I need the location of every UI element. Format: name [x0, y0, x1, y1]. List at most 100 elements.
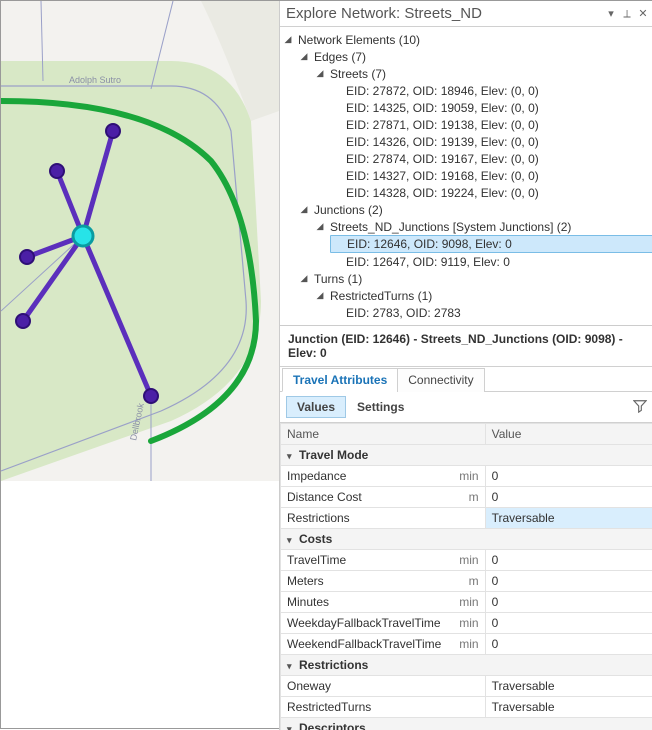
attr-unit: m	[469, 574, 479, 588]
tree-edges[interactable]: ◢Edges (7) ◢Streets (7) ·EID: 27872, OID…	[298, 48, 652, 201]
attr-unit: m	[469, 490, 479, 504]
chevron-down-icon[interactable]: ◢	[314, 290, 326, 302]
junction-node[interactable]	[16, 314, 30, 328]
tree-leaf[interactable]: ·EID: 27874, OID: 19167, Elev: (0, 0)	[330, 150, 652, 167]
subtab-settings[interactable]: Settings	[346, 396, 415, 418]
tree-junctions[interactable]: ◢Junctions (2) ◢Streets_ND_Junctions [Sy…	[298, 201, 652, 270]
tree-label: EID: 14326, OID: 19139, Elev: (0, 0)	[344, 135, 541, 149]
network-elements-tree[interactable]: ◢Network Elements (10) ◢Edges (7) ◢Stree…	[280, 27, 652, 326]
tree-label: Streets_ND_Junctions [System Junctions] …	[328, 220, 573, 234]
table-row[interactable]: Meters m0	[281, 571, 652, 592]
attr-value: 0	[485, 634, 652, 655]
attr-unit: min	[459, 469, 478, 483]
tree-label: EID: 27871, OID: 19138, Elev: (0, 0)	[344, 118, 541, 132]
section-descriptors[interactable]: ▾Descriptors	[281, 718, 652, 730]
chevron-down-icon[interactable]: ◢	[298, 204, 310, 216]
park-shape	[1, 61, 261, 481]
attr-unit: min	[459, 595, 478, 609]
tree-leaf[interactable]: ·EID: 12647, OID: 9119, Elev: 0	[330, 253, 652, 270]
tree-label: Edges (7)	[312, 50, 368, 64]
attr-name: TravelTime	[287, 553, 346, 567]
chevron-down-icon[interactable]: ◢	[298, 51, 310, 63]
attr-name: RestrictedTurns	[287, 700, 371, 714]
table-row[interactable]: WeekdayFallbackTravelTime min 0	[281, 613, 652, 634]
attr-value: Traversable	[485, 676, 652, 697]
attr-value: 0	[485, 592, 652, 613]
tree-restricted-turns[interactable]: ◢RestrictedTurns (1) ·EID: 2783, OID: 27…	[314, 287, 652, 321]
attributes-grid-wrap[interactable]: Name Value ▾Travel Mode Impedance min 0 Di…	[280, 423, 652, 730]
table-row[interactable]: Oneway Traversable	[281, 676, 652, 697]
table-row[interactable]: WeekendFallbackTravelTime min 0	[281, 634, 652, 655]
attr-name: Restrictions	[287, 511, 350, 525]
close-icon[interactable]: ✕	[637, 8, 649, 20]
tab-connectivity[interactable]: Connectivity	[397, 368, 484, 392]
filter-icon[interactable]	[633, 399, 647, 416]
street-label: Adolph Sutro	[69, 75, 121, 85]
junction-node[interactable]	[144, 389, 158, 403]
attr-value: 0	[485, 571, 652, 592]
tree-label: EID: 14325, OID: 19059, Elev: (0, 0)	[344, 101, 541, 115]
junction-node[interactable]	[106, 124, 120, 138]
detail-subtabs: Values Settings	[280, 392, 652, 423]
tree-leaf[interactable]: ·EID: 14326, OID: 19139, Elev: (0, 0)	[330, 133, 652, 150]
table-row[interactable]: Impedancemin0	[281, 466, 652, 487]
col-value[interactable]: Value	[485, 424, 652, 445]
table-row[interactable]: Restrictions Traversable	[281, 508, 652, 529]
attr-unit: min	[459, 637, 478, 651]
map-canvas[interactable]: Adolph Sutro Dellbrook	[1, 1, 279, 481]
attr-unit: min	[459, 616, 478, 630]
chevron-down-icon: ▾	[287, 535, 299, 546]
tree-leaf[interactable]: ·EID: 14325, OID: 19059, Elev: (0, 0)	[330, 99, 652, 116]
chevron-down-icon[interactable]: ◢	[314, 68, 326, 80]
tree-streets[interactable]: ◢Streets (7) ·EID: 27872, OID: 18946, El…	[314, 65, 652, 201]
tree-label: EID: 27872, OID: 18946, Elev: (0, 0)	[344, 84, 541, 98]
section-travel-mode[interactable]: ▾Travel Mode	[281, 445, 652, 466]
tree-root[interactable]: ◢Network Elements (10) ◢Edges (7) ◢Stree…	[282, 31, 652, 321]
tree-label: Network Elements (10)	[296, 33, 422, 47]
junction-node[interactable]	[20, 250, 34, 264]
tree-leaf-selected[interactable]: ·EID: 12646, OID: 9098, Elev: 0	[330, 235, 652, 253]
tree-leaf[interactable]: ·EID: 27871, OID: 19138, Elev: (0, 0)	[330, 116, 652, 133]
tree-leaf[interactable]: ·EID: 14327, OID: 19168, Elev: (0, 0)	[330, 167, 652, 184]
table-row[interactable]: RestrictedTurnsTraversable	[281, 697, 652, 718]
attr-unit: min	[459, 553, 478, 567]
tree-label: EID: 2783, OID: 2783	[344, 306, 463, 320]
attr-value: Traversable	[485, 508, 652, 529]
chevron-down-icon[interactable]: ◢	[314, 221, 326, 233]
attr-name: Meters	[287, 574, 324, 588]
attr-name: WeekdayFallbackTravelTime	[287, 616, 441, 630]
col-name[interactable]: Name	[281, 424, 486, 445]
tree-leaf[interactable]: ·EID: 2783, OID: 2783	[330, 304, 652, 321]
attr-name: WeekendFallbackTravelTime	[287, 637, 441, 651]
tab-travel-attributes[interactable]: Travel Attributes	[282, 368, 398, 392]
tree-label: Junctions (2)	[312, 203, 385, 217]
section-label: Restrictions	[299, 658, 368, 672]
attr-value: 0	[485, 550, 652, 571]
table-row[interactable]: TravelTime min 0	[281, 550, 652, 571]
section-label: Costs	[299, 532, 332, 546]
pin-icon[interactable]: ⟂	[621, 8, 633, 20]
junction-node-selected[interactable]	[73, 226, 93, 246]
tree-system-junctions[interactable]: ◢Streets_ND_Junctions [System Junctions]…	[314, 218, 652, 270]
chevron-down-icon: ▾	[287, 724, 299, 730]
table-row[interactable]: Minutes min 0	[281, 592, 652, 613]
tree-leaf[interactable]: ·EID: 14328, OID: 19224, Elev: (0, 0)	[330, 184, 652, 201]
autohide-icon[interactable]: ▾	[605, 8, 617, 20]
attr-name: Oneway	[287, 679, 331, 693]
junction-node[interactable]	[50, 164, 64, 178]
subtab-values[interactable]: Values	[286, 396, 346, 418]
section-costs[interactable]: ▾Costs	[281, 529, 652, 550]
table-row[interactable]: Distance Costm0	[281, 487, 652, 508]
chevron-down-icon[interactable]: ◢	[282, 34, 294, 46]
tree-label: RestrictedTurns (1)	[328, 289, 434, 303]
attr-value: 0	[485, 613, 652, 634]
panel-title: Explore Network: Streets_ND	[286, 5, 482, 22]
attr-name: Minutes	[287, 595, 329, 609]
chevron-down-icon[interactable]: ◢	[298, 273, 310, 285]
section-restrictions[interactable]: ▾Restrictions	[281, 655, 652, 676]
tree-turns[interactable]: ◢Turns (1) ◢RestrictedTurns (1) ·EID: 27…	[298, 270, 652, 321]
attr-name: Impedance	[287, 469, 346, 483]
explore-network-panel: Explore Network: Streets_ND ▾ ⟂ ✕ ◢Netwo…	[279, 1, 652, 730]
tree-leaf[interactable]: ·EID: 27872, OID: 18946, Elev: (0, 0)	[330, 82, 652, 99]
tree-label: Turns (1)	[312, 272, 364, 286]
